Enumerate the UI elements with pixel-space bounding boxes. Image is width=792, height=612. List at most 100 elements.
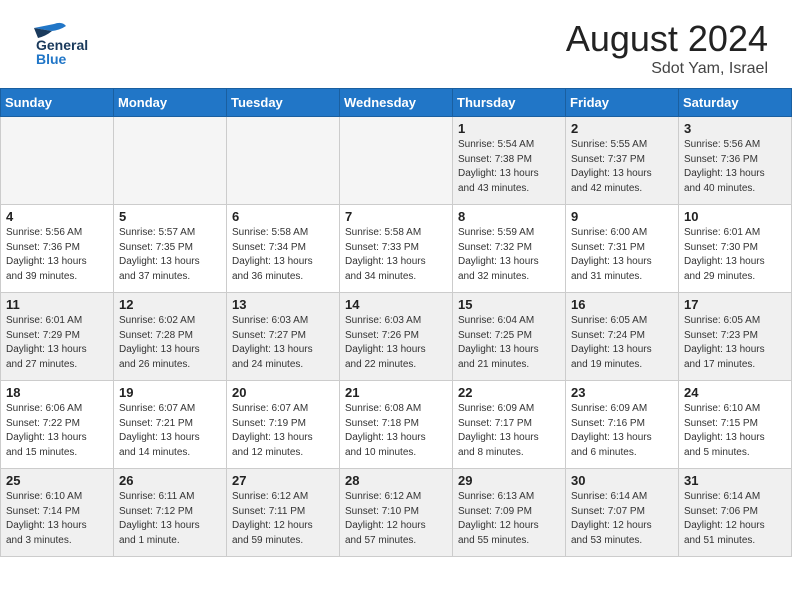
day-number: 27 [232,473,334,488]
day-number: 7 [345,209,447,224]
day-number: 10 [684,209,786,224]
day-info: Sunrise: 5:56 AMSunset: 7:36 PMDaylight:… [684,138,786,196]
weekday-header: Monday [114,89,227,117]
day-info: Sunrise: 6:12 AMSunset: 7:11 PMDaylight:… [232,490,334,548]
weekday-header: Saturday [679,89,792,117]
day-number: 23 [571,385,673,400]
day-number: 18 [6,385,108,400]
day-number: 31 [684,473,786,488]
calendar-week-row: 25 Sunrise: 6:10 AMSunset: 7:14 PMDayligh… [1,469,792,557]
calendar-day-cell: 16 Sunrise: 6:05 AMSunset: 7:24 PMDayligh… [566,293,679,381]
day-info: Sunrise: 6:08 AMSunset: 7:18 PMDaylight:… [345,402,447,460]
logo: General Blue [24,18,134,66]
calendar-day-cell [1,117,114,205]
calendar-day-cell: 3Sunrise: 5:56 AMSunset: 7:36 PMDaylight… [679,117,792,205]
weekday-header: Friday [566,89,679,117]
calendar-day-cell: 20 Sunrise: 6:07 AMSunset: 7:19 PMDayligh… [227,381,340,469]
day-number: 12 [119,297,221,312]
calendar-day-cell: 11Sunrise: 6:01 AMSunset: 7:29 PMDayligh… [1,293,114,381]
calendar-day-cell [227,117,340,205]
calendar-day-cell: 29 Sunrise: 6:13 AMSunset: 7:09 PMDayligh… [453,469,566,557]
day-info: Sunrise: 5:57 AMSunset: 7:35 PMDaylight:… [119,226,221,284]
day-info: Sunrise: 6:03 AMSunset: 7:26 PMDaylight:… [345,314,447,372]
day-number: 15 [458,297,560,312]
day-info: Sunrise: 6:05 AMSunset: 7:23 PMDaylight:… [684,314,786,372]
day-info: Sunrise: 6:14 AMSunset: 7:07 PMDaylight:… [571,490,673,548]
day-number: 5 [119,209,221,224]
day-number: 9 [571,209,673,224]
calendar-day-cell: 30 Sunrise: 6:14 AMSunset: 7:07 PMDayligh… [566,469,679,557]
calendar-day-cell: 14 Sunrise: 6:03 AMSunset: 7:26 PMDayligh… [340,293,453,381]
day-number: 16 [571,297,673,312]
calendar-day-cell: 23 Sunrise: 6:09 AMSunset: 7:16 PMDayligh… [566,381,679,469]
generalblue-logo: General Blue [24,18,134,66]
calendar-day-cell: 6Sunrise: 5:58 AMSunset: 7:34 PMDaylight… [227,205,340,293]
day-number: 2 [571,121,673,136]
day-info: Sunrise: 6:00 AMSunset: 7:31 PMDaylight:… [571,226,673,284]
day-info: Sunrise: 6:04 AMSunset: 7:25 PMDaylight:… [458,314,560,372]
calendar-day-cell: 22 Sunrise: 6:09 AMSunset: 7:17 PMDayligh… [453,381,566,469]
calendar-day-cell: 9 Sunrise: 6:00 AMSunset: 7:31 PMDaylight… [566,205,679,293]
day-info: Sunrise: 6:06 AMSunset: 7:22 PMDaylight:… [6,402,108,460]
weekday-header-row: SundayMondayTuesdayWednesdayThursdayFrid… [1,89,792,117]
day-info: Sunrise: 6:13 AMSunset: 7:09 PMDaylight:… [458,490,560,548]
calendar-day-cell: 8Sunrise: 5:59 AMSunset: 7:32 PMDaylight… [453,205,566,293]
calendar-table: SundayMondayTuesdayWednesdayThursdayFrid… [0,88,792,557]
day-number: 21 [345,385,447,400]
day-number: 19 [119,385,221,400]
day-info: Sunrise: 6:09 AMSunset: 7:16 PMDaylight:… [571,402,673,460]
calendar-day-cell: 26 Sunrise: 6:11 AMSunset: 7:12 PMDayligh… [114,469,227,557]
day-info: Sunrise: 6:07 AMSunset: 7:19 PMDaylight:… [232,402,334,460]
day-number: 25 [6,473,108,488]
day-info: Sunrise: 6:10 AMSunset: 7:15 PMDaylight:… [684,402,786,460]
day-number: 4 [6,209,108,224]
calendar-week-row: 11Sunrise: 6:01 AMSunset: 7:29 PMDayligh… [1,293,792,381]
calendar-day-cell: 27 Sunrise: 6:12 AMSunset: 7:11 PMDayligh… [227,469,340,557]
calendar-day-cell: 18 Sunrise: 6:06 AMSunset: 7:22 PMDayligh… [1,381,114,469]
calendar-day-cell: 5 Sunrise: 5:57 AMSunset: 7:35 PMDaylight… [114,205,227,293]
day-info: Sunrise: 6:03 AMSunset: 7:27 PMDaylight:… [232,314,334,372]
month-title: August 2024 [566,18,768,60]
day-number: 20 [232,385,334,400]
calendar-day-cell: 15 Sunrise: 6:04 AMSunset: 7:25 PMDayligh… [453,293,566,381]
calendar-day-cell: 31 Sunrise: 6:14 AMSunset: 7:06 PMDayligh… [679,469,792,557]
calendar-week-row: 1Sunrise: 5:54 AMSunset: 7:38 PMDaylight… [1,117,792,205]
day-number: 26 [119,473,221,488]
location: Sdot Yam, Israel [566,60,768,78]
weekday-header: Thursday [453,89,566,117]
day-info: Sunrise: 5:54 AMSunset: 7:38 PMDaylight:… [458,138,560,196]
calendar-day-cell: 4 Sunrise: 5:56 AMSunset: 7:36 PMDaylight… [1,205,114,293]
calendar-week-row: 4 Sunrise: 5:56 AMSunset: 7:36 PMDaylight… [1,205,792,293]
calendar-day-cell: 10 Sunrise: 6:01 AMSunset: 7:30 PMDayligh… [679,205,792,293]
calendar-day-cell: 24 Sunrise: 6:10 AMSunset: 7:15 PMDayligh… [679,381,792,469]
day-number: 30 [571,473,673,488]
day-info: Sunrise: 6:12 AMSunset: 7:10 PMDaylight:… [345,490,447,548]
weekday-header: Tuesday [227,89,340,117]
day-info: Sunrise: 6:05 AMSunset: 7:24 PMDaylight:… [571,314,673,372]
day-number: 6 [232,209,334,224]
calendar-week-row: 18 Sunrise: 6:06 AMSunset: 7:22 PMDayligh… [1,381,792,469]
day-number: 24 [684,385,786,400]
calendar-day-cell [114,117,227,205]
day-info: Sunrise: 5:55 AMSunset: 7:37 PMDaylight:… [571,138,673,196]
day-info: Sunrise: 6:10 AMSunset: 7:14 PMDaylight:… [6,490,108,548]
calendar-day-cell: 21 Sunrise: 6:08 AMSunset: 7:18 PMDayligh… [340,381,453,469]
day-number: 17 [684,297,786,312]
day-number: 29 [458,473,560,488]
day-info: Sunrise: 6:14 AMSunset: 7:06 PMDaylight:… [684,490,786,548]
day-number: 14 [345,297,447,312]
calendar-day-cell: 7Sunrise: 5:58 AMSunset: 7:33 PMDaylight… [340,205,453,293]
calendar-day-cell: 2 Sunrise: 5:55 AMSunset: 7:37 PMDaylight… [566,117,679,205]
svg-text:Blue: Blue [36,51,67,66]
day-number: 28 [345,473,447,488]
day-info: Sunrise: 5:59 AMSunset: 7:32 PMDaylight:… [458,226,560,284]
day-info: Sunrise: 6:11 AMSunset: 7:12 PMDaylight:… [119,490,221,548]
day-info: Sunrise: 6:01 AMSunset: 7:29 PMDaylight:… [6,314,108,372]
day-info: Sunrise: 6:09 AMSunset: 7:17 PMDaylight:… [458,402,560,460]
calendar-day-cell: 25 Sunrise: 6:10 AMSunset: 7:14 PMDayligh… [1,469,114,557]
calendar-day-cell: 28 Sunrise: 6:12 AMSunset: 7:10 PMDayligh… [340,469,453,557]
calendar-day-cell: 1Sunrise: 5:54 AMSunset: 7:38 PMDaylight… [453,117,566,205]
day-info: Sunrise: 5:56 AMSunset: 7:36 PMDaylight:… [6,226,108,284]
day-info: Sunrise: 6:01 AMSunset: 7:30 PMDaylight:… [684,226,786,284]
day-number: 22 [458,385,560,400]
